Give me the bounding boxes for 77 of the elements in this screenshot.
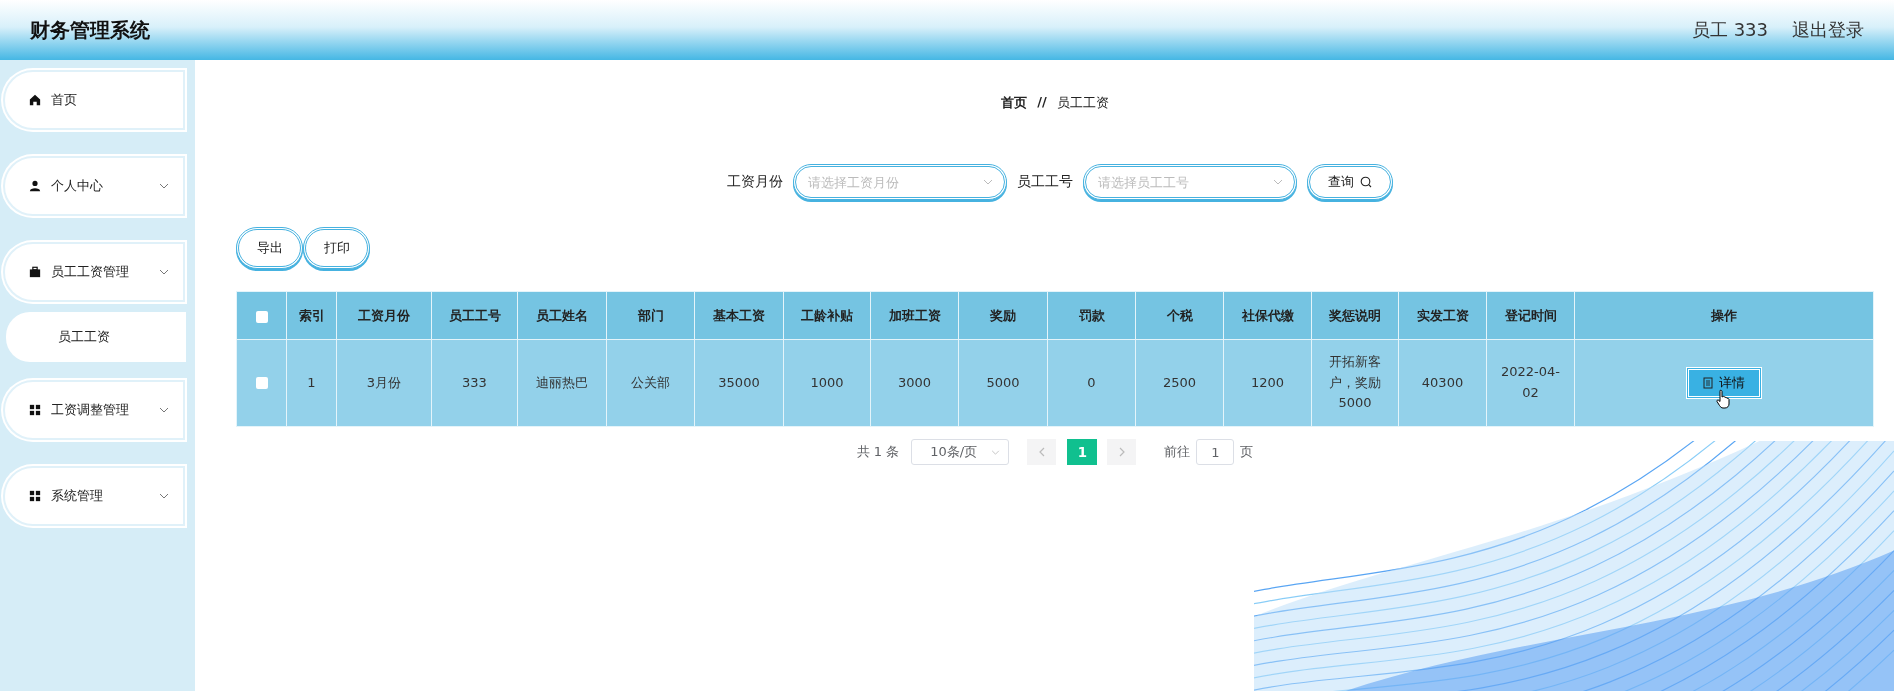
table-cell: 1200 <box>1223 339 1312 427</box>
search-icon <box>1360 176 1372 188</box>
home-icon <box>29 94 41 106</box>
document-icon <box>1703 377 1713 389</box>
breadcrumb-home[interactable]: 首页 <box>1001 94 1028 112</box>
column-header: 工龄补贴 <box>783 291 871 340</box>
app-title: 财务管理系统 <box>30 16 150 44</box>
column-header: 登记时间 <box>1486 291 1575 340</box>
table-cell: 公关部 <box>606 339 695 427</box>
total-count: 共 1 条 <box>856 443 900 461</box>
page-size-select[interactable]: 10条/页 <box>911 439 1010 465</box>
goto-label: 前往 <box>1164 443 1191 461</box>
chevron-icon <box>159 493 169 499</box>
next-page-button[interactable] <box>1107 439 1137 465</box>
chevron-icon <box>983 179 993 185</box>
page-suffix: 页 <box>1240 443 1254 461</box>
table-cell: 2022-04-02 <box>1486 339 1575 427</box>
field-label: 员工工号 <box>1017 173 1073 191</box>
breadcrumb-current: 员工工资 <box>1056 94 1109 112</box>
table-cell: 2500 <box>1135 339 1224 427</box>
select-all-checkbox[interactable] <box>255 310 268 323</box>
column-header: 罚款 <box>1047 291 1136 340</box>
column-header: 员工工号 <box>431 291 518 340</box>
menu-item[interactable]: 首页 <box>3 70 185 130</box>
hand-cursor-icon <box>1716 389 1730 409</box>
page-input[interactable]: 1 <box>1196 439 1235 465</box>
chevron-icon <box>159 183 169 189</box>
select-field[interactable]: 请选择员工工号 <box>1083 164 1297 200</box>
column-header: 加班工资 <box>870 291 959 340</box>
person-icon <box>29 180 41 192</box>
chevron-icon <box>159 407 169 413</box>
menu-item[interactable]: 员工工资管理 <box>3 242 185 302</box>
table-cell: 3000 <box>870 339 959 427</box>
details-button[interactable]: 详情 <box>1686 367 1762 399</box>
print-button[interactable]: 打印 <box>303 227 370 269</box>
chevron-icon <box>1273 179 1283 185</box>
export-button[interactable]: 导出 <box>236 227 303 269</box>
chevron-icon <box>159 269 169 275</box>
table-cell: 3月份 <box>336 339 432 427</box>
column-header: 实发工资 <box>1398 291 1487 340</box>
user-label: 员工 333 <box>1691 18 1768 42</box>
search-button[interactable]: 查询 <box>1307 164 1393 200</box>
grid-icon <box>29 404 41 416</box>
field-label: 工资月份 <box>727 173 783 191</box>
chevron-icon <box>991 449 1001 455</box>
logout-link[interactable]: 退出登录 <box>1792 18 1864 42</box>
column-header: 社保代缴 <box>1223 291 1312 340</box>
row-checkbox[interactable] <box>255 377 268 390</box>
menu-item[interactable]: 个人中心 <box>3 156 185 216</box>
chevron-left-icon <box>1038 447 1045 457</box>
column-header: 操作 <box>1574 291 1874 340</box>
menu-item[interactable]: 系统管理 <box>3 466 185 526</box>
table-cell: 迪丽热巴 <box>517 339 607 427</box>
table-cell: 1000 <box>783 339 871 427</box>
column-header: 奖励 <box>958 291 1048 340</box>
table-cell: 0 <box>1047 339 1136 427</box>
table-cell: 40300 <box>1398 339 1487 427</box>
table-cell: 5000 <box>958 339 1048 427</box>
submenu-item[interactable]: 员工工资 <box>6 312 186 362</box>
column-header: 索引 <box>286 291 337 340</box>
menu-item[interactable]: 工资调整管理 <box>3 380 185 440</box>
column-header: 个税 <box>1135 291 1224 340</box>
table-cell: 开拓新客户，奖励5000 <box>1311 339 1399 427</box>
column-header: 基本工资 <box>694 291 784 340</box>
breadcrumb-separator: // <box>1037 94 1047 111</box>
column-header: 奖惩说明 <box>1311 291 1399 340</box>
briefcase-icon <box>29 266 41 278</box>
column-header: 工资月份 <box>336 291 432 340</box>
previous-page-button[interactable] <box>1027 439 1057 465</box>
column-header: 部门 <box>606 291 695 340</box>
table-cell: 1 <box>286 339 337 427</box>
column-header: 员工姓名 <box>517 291 607 340</box>
grid-icon <box>29 490 41 502</box>
table-cell: 35000 <box>694 339 784 427</box>
chevron-right-icon <box>1118 447 1125 457</box>
select-field[interactable]: 请选择工资月份 <box>793 164 1007 200</box>
table-cell: 333 <box>431 339 518 427</box>
